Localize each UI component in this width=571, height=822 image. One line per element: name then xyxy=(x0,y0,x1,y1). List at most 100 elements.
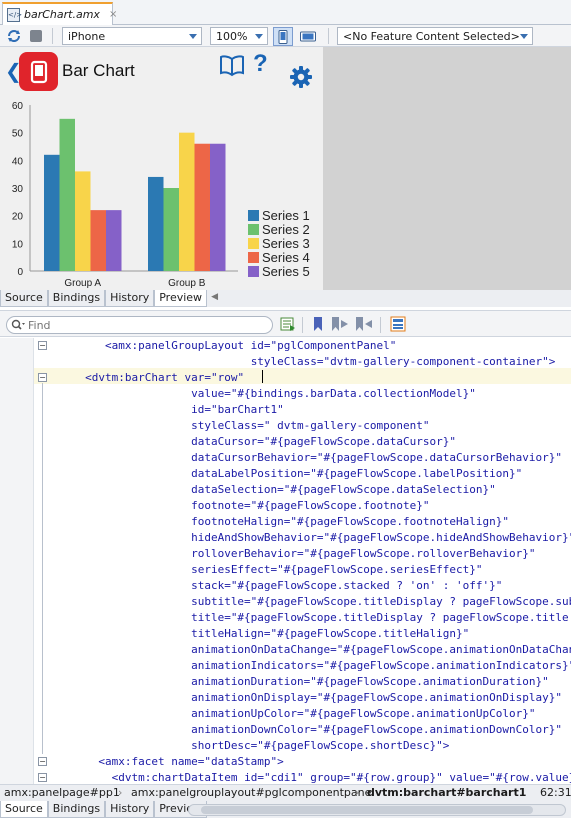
code-line[interactable]: shortDesc="#{pageFlowScope.shortDesc}"> xyxy=(52,738,449,754)
bookmark-icon xyxy=(314,317,322,331)
code-line[interactable]: styleClass="dvtm-gallery-component-conta… xyxy=(52,354,556,370)
code-line[interactable]: animationOnDataChange="#{pageFlowScope.a… xyxy=(52,642,571,658)
cursor-position: 62:31 xyxy=(540,786,571,799)
zoom-select[interactable]: 100% xyxy=(210,27,268,45)
y-tick-label: 60 xyxy=(12,101,24,112)
breadcrumb-item-current[interactable]: dvtm:barchart#barchart1 xyxy=(367,786,526,799)
code-line[interactable]: footnote="#{pageFlowScope.footnote}" xyxy=(52,498,429,514)
code-line[interactable]: dataCursor="#{pageFlowScope.dataCursor}" xyxy=(52,434,456,450)
x-tick-label: Group B xyxy=(168,278,206,289)
tab-scroll-left-icon[interactable]: ◀ xyxy=(211,290,218,307)
breadcrumb-item[interactable]: amx:panelgrouplayout#pglcomponentpanel xyxy=(131,786,374,799)
code-attributes: id="cdi1" group="#{row.group}" value="#{… xyxy=(237,771,571,784)
toolbar-separator xyxy=(52,28,53,44)
code-line[interactable]: animationDownColor="#{pageFlowScope.anim… xyxy=(52,722,562,738)
code-line[interactable]: styleClass=" dvtm-gallery-component" xyxy=(52,418,430,434)
gear-icon[interactable] xyxy=(289,65,313,92)
code-line[interactable]: <amx:panelGroupLayout id="pglComponentPa… xyxy=(52,338,396,354)
line-gutter xyxy=(0,338,34,784)
code-line[interactable]: animationOnDisplay="#{pageFlowScope.anim… xyxy=(52,690,562,706)
scrollbar-thumb[interactable] xyxy=(201,806,533,814)
legend-swatch xyxy=(248,252,259,263)
horizontal-scrollbar[interactable] xyxy=(188,804,566,816)
tab-bindings[interactable]: Bindings xyxy=(47,801,106,818)
code-line[interactable]: rolloverBehavior="#{pageFlowScope.rollov… xyxy=(52,546,535,562)
fold-toggle-icon[interactable]: − xyxy=(38,773,47,782)
tab-preview[interactable]: Preview xyxy=(154,290,208,307)
find-field[interactable] xyxy=(6,316,273,334)
tab-source[interactable]: Source xyxy=(0,801,48,818)
editor-tab-strip: </> barChart.amx × xyxy=(0,0,571,25)
toolbar-separator xyxy=(302,317,303,333)
code-line[interactable]: titleHalign="#{pageFlowScope.titleHalign… xyxy=(52,626,469,642)
bar xyxy=(179,132,195,271)
landscape-toggle[interactable] xyxy=(298,27,318,45)
code-attributes: animationIndicators="#{pageFlowScope.ani… xyxy=(191,659,571,672)
stop-button[interactable] xyxy=(27,27,45,45)
code-line[interactable]: value="#{bindings.barData.collectionMode… xyxy=(52,386,476,402)
code-line[interactable]: dataSelection="#{pageFlowScope.dataSelec… xyxy=(52,482,496,498)
file-tab[interactable]: </> barChart.amx × xyxy=(2,2,117,25)
feature-select-value: <No Feature Content Selected> xyxy=(343,29,520,43)
layout-button[interactable] xyxy=(389,315,407,333)
code-attributes: styleClass=" dvtm-gallery-component" xyxy=(191,419,430,432)
portrait-toggle[interactable] xyxy=(273,27,293,46)
find-input[interactable] xyxy=(28,318,248,332)
code-line[interactable]: dataLabelPosition="#{pageFlowScope.label… xyxy=(52,466,522,482)
help-icon[interactable]: ? xyxy=(253,50,268,78)
tab-source[interactable]: Source xyxy=(0,290,48,307)
refresh-button[interactable] xyxy=(5,27,23,45)
tab-history[interactable]: History xyxy=(105,290,155,307)
tab-history[interactable]: History xyxy=(105,801,155,818)
code-editor[interactable]: <amx:panelGroupLayout id="pglComponentPa… xyxy=(0,338,571,784)
breadcrumb-item[interactable]: amx:panelpage#pp1 xyxy=(4,786,120,799)
chevron-down-icon xyxy=(520,34,528,39)
code-line[interactable]: dataCursorBehavior="#{pageFlowScope.data… xyxy=(52,450,562,466)
book-icon[interactable] xyxy=(219,55,245,80)
tab-bindings[interactable]: Bindings xyxy=(47,290,106,307)
close-tab-icon[interactable]: × xyxy=(109,9,117,20)
amx-file-icon: </> xyxy=(7,7,22,22)
find-options-button[interactable] xyxy=(279,315,297,333)
code-line[interactable]: <dvtm:barChart var="row" xyxy=(52,370,244,386)
code-line[interactable]: animationDuration="#{pageFlowScope.anima… xyxy=(52,674,549,690)
code-attributes: subtitle="#{pageFlowScope.titleDisplay ?… xyxy=(191,595,571,608)
code-line[interactable]: <dvtm:chartDataItem id="cdi1" group="#{r… xyxy=(52,770,571,784)
chevron-down-icon xyxy=(189,34,197,39)
code-line[interactable]: title="#{pageFlowScope.titleDisplay ? pa… xyxy=(52,610,571,626)
code-line[interactable]: animationIndicators="#{pageFlowScope.ani… xyxy=(52,658,571,674)
code-line[interactable]: footnoteHalign="#{pageFlowScope.footnote… xyxy=(52,514,509,530)
code-line[interactable]: stack="#{pageFlowScope.stacked ? 'on' : … xyxy=(52,578,502,594)
code-line[interactable]: hideAndShowBehavior="#{pageFlowScope.hid… xyxy=(52,530,571,546)
bookmark-button[interactable] xyxy=(309,315,327,333)
phone-landscape-icon xyxy=(300,31,316,41)
code-line[interactable]: animationUpColor="#{pageFlowScope.animat… xyxy=(52,706,535,722)
bar-chart[interactable]: 0102030405060Group A Group BSeries 1Serie… xyxy=(0,97,323,290)
bar xyxy=(90,210,106,271)
fold-toggle-icon[interactable]: − xyxy=(38,341,47,350)
layout-icon xyxy=(390,316,406,332)
code-line[interactable]: seriesEffect="#{pageFlowScope.seriesEffe… xyxy=(52,562,482,578)
code-line[interactable]: id="barChart1" xyxy=(52,402,284,418)
feature-select[interactable]: <No Feature Content Selected> xyxy=(337,27,533,45)
stop-icon xyxy=(30,30,42,42)
code-line[interactable]: <amx:facet name="dataStamp"> xyxy=(52,754,284,770)
legend-label: Series 3 xyxy=(262,236,310,251)
fold-toggle-icon[interactable]: − xyxy=(38,757,47,766)
code-attributes: dataSelection="#{pageFlowScope.dataSelec… xyxy=(191,483,496,496)
code-line[interactable]: subtitle="#{pageFlowScope.titleDisplay ?… xyxy=(52,594,571,610)
prev-bookmark-button[interactable] xyxy=(355,315,373,333)
next-bookmark-button[interactable] xyxy=(331,315,349,333)
fold-toggle-icon[interactable]: − xyxy=(38,373,47,382)
code-attributes: name="dataStamp"> xyxy=(164,755,284,768)
device-select[interactable]: iPhone xyxy=(62,27,202,45)
